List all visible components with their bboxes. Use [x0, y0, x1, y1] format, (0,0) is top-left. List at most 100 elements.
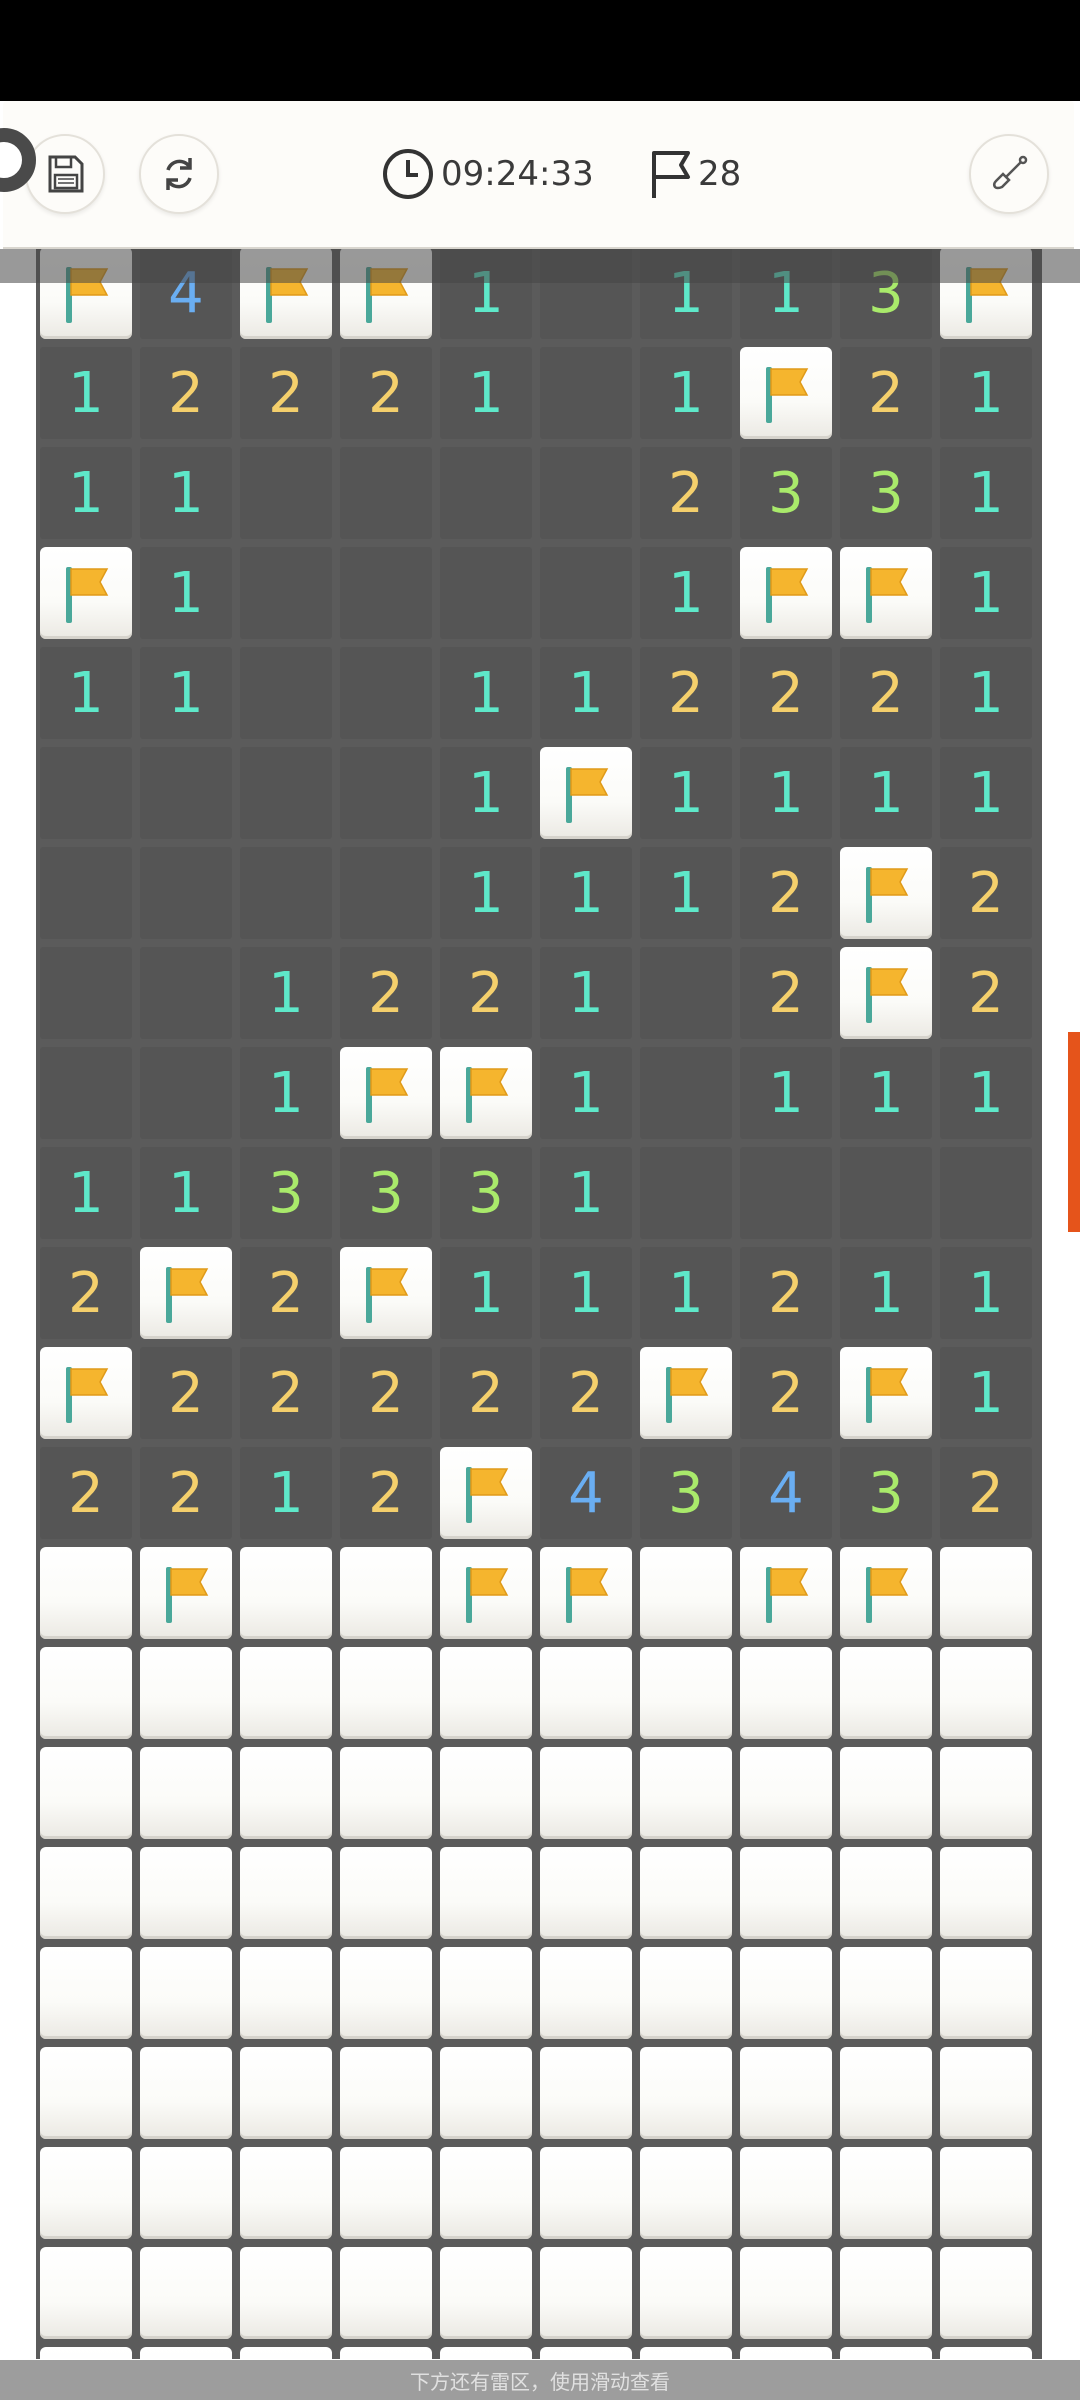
cell-covered[interactable] [836, 2043, 936, 2143]
cell-number[interactable]: 1 [436, 343, 536, 443]
cell-number[interactable]: 4 [536, 1443, 636, 1543]
cell-covered[interactable] [136, 1743, 236, 1843]
cell-flagged[interactable] [436, 1443, 536, 1543]
cell-covered[interactable] [936, 1943, 1036, 2043]
cell-flagged[interactable] [436, 1543, 536, 1643]
cell-number[interactable]: 2 [136, 1343, 236, 1443]
cell-covered[interactable] [536, 1943, 636, 2043]
cell-number[interactable]: 2 [36, 1443, 136, 1543]
cell-number[interactable]: 4 [736, 1443, 836, 1543]
cell-number[interactable]: 2 [936, 843, 1036, 943]
cell-empty[interactable] [436, 443, 536, 543]
cell-covered[interactable] [836, 1643, 936, 1743]
cell-covered[interactable] [636, 2243, 736, 2343]
cell-covered[interactable] [36, 2043, 136, 2143]
cell-empty[interactable] [636, 1143, 736, 1243]
cell-number[interactable]: 2 [436, 943, 536, 1043]
cell-covered[interactable] [336, 1743, 436, 1843]
cell-covered[interactable] [736, 2343, 836, 2359]
cell-covered[interactable] [36, 1843, 136, 1943]
cell-number[interactable]: 3 [436, 1143, 536, 1243]
cell-number[interactable]: 2 [136, 343, 236, 443]
cell-number[interactable]: 1 [136, 1143, 236, 1243]
cell-flagged[interactable] [36, 543, 136, 643]
cell-covered[interactable] [936, 1843, 1036, 1943]
cell-empty[interactable] [936, 1143, 1036, 1243]
cell-covered[interactable] [536, 2143, 636, 2243]
cell-number[interactable]: 2 [336, 1343, 436, 1443]
cell-covered[interactable] [936, 2343, 1036, 2359]
cell-covered[interactable] [36, 2243, 136, 2343]
cell-empty[interactable] [136, 943, 236, 1043]
cell-covered[interactable] [636, 1643, 736, 1743]
cell-covered[interactable] [636, 2143, 736, 2243]
cell-covered[interactable] [236, 2243, 336, 2343]
cell-flagged[interactable] [436, 1043, 536, 1143]
cell-covered[interactable] [536, 1643, 636, 1743]
cell-covered[interactable] [36, 1643, 136, 1743]
cell-covered[interactable] [236, 1843, 336, 1943]
cell-empty[interactable] [636, 1043, 736, 1143]
cell-number[interactable]: 1 [536, 1043, 636, 1143]
cell-number[interactable]: 2 [236, 1243, 336, 1343]
cell-covered[interactable] [436, 2043, 536, 2143]
cell-number[interactable]: 3 [836, 1443, 936, 1543]
cell-number[interactable]: 2 [836, 343, 936, 443]
cell-covered[interactable] [436, 2343, 536, 2359]
cell-number[interactable]: 1 [136, 543, 236, 643]
cell-number[interactable]: 1 [436, 743, 536, 843]
cell-number[interactable]: 2 [136, 1443, 236, 1543]
cell-number[interactable]: 2 [436, 1343, 536, 1443]
cell-covered[interactable] [436, 1643, 536, 1743]
cell-number[interactable]: 1 [836, 743, 936, 843]
cell-number[interactable]: 2 [236, 343, 336, 443]
cell-covered[interactable] [736, 1743, 836, 1843]
cell-covered[interactable] [636, 1543, 736, 1643]
cell-number[interactable]: 1 [936, 443, 1036, 543]
cell-covered[interactable] [336, 1843, 436, 1943]
scroll-indicator[interactable] [1068, 1032, 1080, 1232]
cell-covered[interactable] [536, 2343, 636, 2359]
cell-empty[interactable] [236, 643, 336, 743]
cell-number[interactable]: 2 [736, 1343, 836, 1443]
cell-flagged[interactable] [836, 943, 936, 1043]
cell-empty[interactable] [536, 343, 636, 443]
cell-covered[interactable] [336, 2243, 436, 2343]
cell-covered[interactable] [136, 2343, 236, 2359]
cell-number[interactable]: 2 [736, 1243, 836, 1343]
cell-covered[interactable] [936, 1643, 1036, 1743]
cell-covered[interactable] [936, 2243, 1036, 2343]
cell-number[interactable]: 1 [936, 543, 1036, 643]
cell-flagged[interactable] [736, 543, 836, 643]
cell-covered[interactable] [636, 1843, 736, 1943]
cell-number[interactable]: 1 [936, 643, 1036, 743]
cell-empty[interactable] [236, 743, 336, 843]
cell-covered[interactable] [436, 1943, 536, 2043]
cell-covered[interactable] [936, 1743, 1036, 1843]
cell-number[interactable]: 2 [736, 843, 836, 943]
cell-flagged[interactable] [736, 343, 836, 443]
cell-covered[interactable] [736, 2043, 836, 2143]
cell-number[interactable]: 1 [536, 1243, 636, 1343]
cell-empty[interactable] [36, 743, 136, 843]
cell-number[interactable]: 3 [336, 1143, 436, 1243]
cell-number[interactable]: 1 [636, 343, 736, 443]
cell-covered[interactable] [36, 1543, 136, 1643]
cell-covered[interactable] [836, 1743, 936, 1843]
cell-covered[interactable] [36, 1743, 136, 1843]
cell-empty[interactable] [236, 443, 336, 543]
cell-covered[interactable] [736, 1843, 836, 1943]
cell-covered[interactable] [536, 1843, 636, 1943]
cell-covered[interactable] [136, 2043, 236, 2143]
cell-number[interactable]: 1 [636, 843, 736, 943]
cell-empty[interactable] [36, 943, 136, 1043]
cell-covered[interactable] [636, 2343, 736, 2359]
cell-covered[interactable] [236, 1543, 336, 1643]
cell-covered[interactable] [736, 2143, 836, 2243]
cell-number[interactable]: 2 [636, 443, 736, 543]
cell-empty[interactable] [236, 543, 336, 643]
cell-number[interactable]: 1 [536, 843, 636, 943]
cell-number[interactable]: 3 [636, 1443, 736, 1543]
cell-number[interactable]: 1 [936, 1343, 1036, 1443]
cell-empty[interactable] [536, 543, 636, 643]
